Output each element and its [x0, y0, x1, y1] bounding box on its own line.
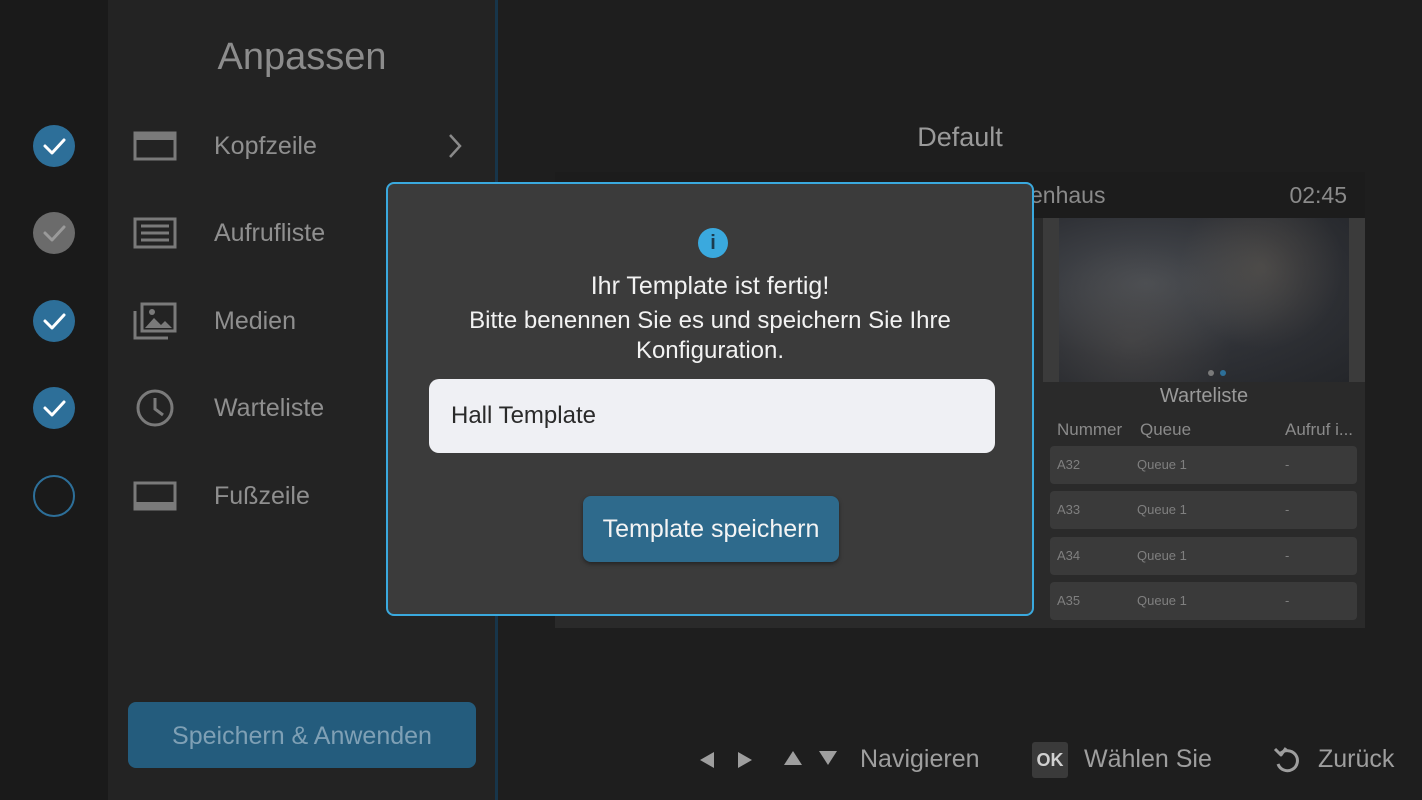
save-apply-button[interactable]: Speichern & Anwenden	[128, 702, 476, 768]
dialog-title: Ihr Template ist fertig!	[590, 272, 830, 300]
info-icon: i	[698, 228, 728, 258]
footer-layout-icon	[133, 481, 177, 511]
step-check-icon	[33, 212, 75, 254]
sidebar-item-label: Kopfzeile	[214, 132, 317, 160]
hint-back: Zurück	[1318, 745, 1395, 773]
preview-brand: enhaus	[1030, 182, 1106, 208]
media-image	[1059, 218, 1349, 382]
header-layout-icon	[133, 131, 177, 161]
sidebar-title: Anpassen	[217, 36, 387, 78]
arrow-up-down-icon	[784, 751, 837, 765]
list-icon	[133, 217, 177, 249]
dialog-message: Bitte benennen Sie es und speichern Sie …	[469, 307, 951, 364]
chevron-right-icon	[449, 134, 462, 158]
clock-icon	[136, 389, 174, 427]
table-row: A35 Queue 1 -	[1050, 582, 1357, 620]
cell-number: A35	[1057, 593, 1081, 608]
sidebar-item-label: Aufrufliste	[214, 219, 326, 247]
cell-queue: Queue 1	[1137, 502, 1187, 517]
table-row: A33 Queue 1 -	[1050, 491, 1357, 529]
column-header: Queue	[1140, 420, 1192, 439]
hint-navigate: Navigieren	[860, 745, 980, 773]
cell-queue: Queue 1	[1137, 593, 1187, 608]
cell-number: A33	[1057, 502, 1081, 517]
cell-call: -	[1285, 593, 1290, 608]
step-rail	[0, 0, 108, 800]
cell-call: -	[1285, 548, 1290, 563]
step-check-icon	[33, 387, 75, 429]
sidebar-item-label: Medien	[214, 307, 296, 335]
cell-number: A34	[1057, 548, 1081, 563]
preview-media	[1043, 218, 1365, 382]
back-arrow-icon	[1273, 747, 1299, 773]
sidebar-item-kopfzeile[interactable]: Kopfzeile	[108, 116, 496, 176]
hint-select: Wählen Sie	[1084, 745, 1212, 773]
sidebar-item-label: Warteliste	[214, 394, 325, 422]
ok-key-icon: OK	[1032, 742, 1068, 778]
arrow-left-right-icon	[700, 752, 752, 768]
template-name: Default	[917, 122, 1003, 152]
cell-number: A32	[1057, 457, 1081, 472]
cell-call: -	[1285, 502, 1290, 517]
step-check-icon	[33, 300, 75, 342]
table-row: A34 Queue 1 -	[1050, 537, 1357, 575]
table-row: A32 Queue 1 -	[1050, 446, 1357, 484]
cell-call: -	[1285, 457, 1290, 472]
queue-title: Warteliste	[1159, 385, 1249, 407]
column-header: Aufruf i...	[1285, 420, 1354, 439]
preview-clock: 02:45	[1289, 182, 1347, 208]
save-template-button[interactable]: Template speichern	[583, 496, 839, 562]
sidebar-item-label: Fußzeile	[214, 482, 310, 510]
step-pending-icon	[33, 475, 75, 517]
step-check-icon	[33, 125, 75, 167]
cell-queue: Queue 1	[1137, 457, 1187, 472]
template-name-input[interactable]	[429, 379, 995, 453]
column-header: Nummer	[1057, 420, 1123, 439]
images-icon	[133, 302, 177, 340]
cell-queue: Queue 1	[1137, 548, 1187, 563]
save-template-dialog: i Ihr Template ist fertig! Bitte benenne…	[386, 182, 1034, 616]
carousel-dots	[1208, 363, 1232, 381]
